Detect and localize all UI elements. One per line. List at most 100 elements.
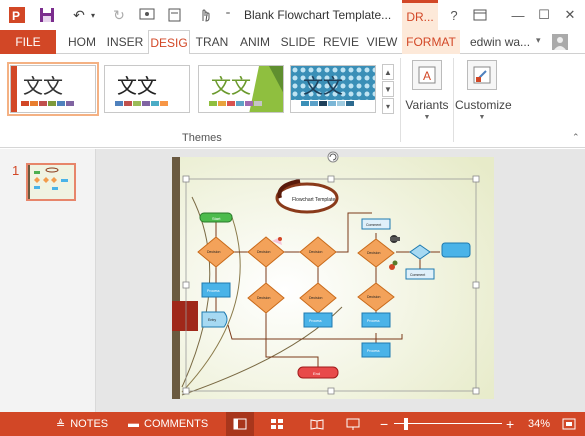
slide-sorter-icon bbox=[271, 419, 283, 429]
customize-button[interactable]: Customize ▼ bbox=[455, 60, 512, 126]
tab-home[interactable]: HOM bbox=[62, 30, 102, 54]
notes-label: NOTES bbox=[70, 418, 109, 430]
comment-label: Comment bbox=[366, 223, 381, 227]
decision-label: Decision bbox=[309, 296, 322, 300]
customize-dropdown-icon: ▼ bbox=[478, 114, 486, 121]
zoom-slider-thumb[interactable] bbox=[404, 418, 408, 430]
comment-label: Comment bbox=[410, 273, 425, 277]
theme-sample-text: 文文 bbox=[117, 74, 157, 98]
themes-scroll-up[interactable]: ▲ bbox=[382, 64, 394, 80]
powerpoint-logo-icon: P bbox=[6, 4, 28, 26]
end-label: End bbox=[313, 371, 320, 376]
notes-button[interactable]: ≜ NOTES bbox=[56, 412, 108, 436]
slideshow-from-start-icon[interactable] bbox=[136, 4, 158, 26]
tab-view[interactable]: VIEW bbox=[364, 30, 400, 54]
decision-label: Decision bbox=[257, 296, 270, 300]
tab-review[interactable]: REVIE bbox=[320, 30, 362, 54]
slideshow-button[interactable] bbox=[346, 412, 360, 436]
rotate-handle-icon[interactable] bbox=[326, 150, 340, 164]
start-label: Start bbox=[212, 216, 221, 221]
tab-file[interactable]: FILE bbox=[0, 30, 56, 54]
tab-slideshow[interactable]: SLIDE bbox=[278, 30, 318, 54]
customize-label: Customize bbox=[455, 98, 512, 112]
decision-label: Decision bbox=[207, 250, 220, 254]
ribbon-design: 文文 文文 文文 文文 ▲ ▼ ▾ Themes A Variants ▼ Cu… bbox=[0, 54, 585, 148]
entry-label: Entry bbox=[208, 318, 216, 322]
customize-quick-access-icon[interactable]: ⁼ bbox=[222, 4, 234, 26]
tab-format[interactable]: FORMAT bbox=[402, 30, 460, 54]
slide-canvas[interactable]: Flowchart Template Start Decision Decisi… bbox=[172, 157, 494, 399]
slide-number: 1 bbox=[12, 163, 20, 178]
variants-dropdown-icon: ▼ bbox=[423, 114, 431, 121]
variants-button[interactable]: A Variants ▼ bbox=[400, 60, 454, 126]
tab-animations[interactable]: ANIM bbox=[234, 30, 276, 54]
fit-slide-button[interactable] bbox=[562, 412, 576, 436]
save-icon[interactable] bbox=[36, 4, 58, 26]
tab-design[interactable]: DESIG bbox=[148, 30, 190, 55]
slide-thumbnail[interactable] bbox=[26, 163, 76, 201]
workspace: 1 Flowchart Template Start Decision Deci… bbox=[0, 149, 585, 412]
reading-view-icon bbox=[310, 419, 324, 430]
theme-3[interactable]: 文文 bbox=[198, 65, 284, 113]
close-button[interactable]: ✕ bbox=[560, 5, 580, 25]
theme-sample-text: 文文 bbox=[211, 74, 251, 98]
theme-color-swatches bbox=[21, 101, 74, 106]
process-label: Process bbox=[367, 319, 380, 323]
user-dropdown-icon[interactable]: ▾ bbox=[536, 35, 541, 46]
touch-mode-icon[interactable] bbox=[194, 4, 216, 26]
ribbon-separator bbox=[453, 58, 454, 142]
decision-label: Decision bbox=[367, 251, 380, 255]
theme-color-swatches bbox=[115, 101, 168, 106]
theme-1[interactable]: 文文 bbox=[7, 62, 99, 116]
minimize-button[interactable]: — bbox=[508, 5, 528, 25]
theme-accent-bar bbox=[11, 66, 17, 112]
themes-group-label: Themes bbox=[182, 132, 222, 144]
slideshow-icon bbox=[346, 418, 360, 430]
ribbon-display-options-icon[interactable] bbox=[470, 5, 490, 25]
decision-label: Decision bbox=[257, 250, 270, 254]
help-button[interactable]: ? bbox=[444, 5, 464, 25]
redo-icon[interactable]: ↻ bbox=[108, 4, 130, 26]
zoom-in-button[interactable]: + bbox=[506, 412, 514, 436]
drawing-tools-contextual-tab[interactable]: DR... bbox=[402, 0, 438, 30]
undo-icon[interactable]: ↶ bbox=[68, 4, 90, 26]
new-slide-icon[interactable] bbox=[164, 4, 186, 26]
theme-sample-text: 文文 bbox=[23, 74, 63, 98]
comments-label: COMMENTS bbox=[144, 418, 209, 430]
flowchart-title: Flowchart Template bbox=[292, 197, 335, 203]
variants-label: Variants bbox=[405, 98, 449, 112]
restore-button[interactable]: ☐ bbox=[534, 5, 554, 25]
user-account[interactable]: edwin wa... bbox=[470, 35, 530, 49]
svg-text:A: A bbox=[423, 69, 431, 83]
theme-4[interactable]: 文文 bbox=[290, 65, 376, 113]
avatar[interactable] bbox=[552, 34, 568, 50]
theme-color-swatches bbox=[301, 101, 354, 106]
flowchart-drawing: Flowchart Template Start Decision Decisi… bbox=[172, 157, 494, 399]
zoom-slider[interactable] bbox=[394, 423, 502, 424]
undo-dropdown-icon[interactable]: ▾ bbox=[88, 4, 98, 26]
slide-thumbnails-pane: 1 bbox=[0, 149, 96, 412]
customize-icon bbox=[467, 60, 497, 90]
process-label: Process bbox=[207, 289, 220, 293]
slide-sorter-button[interactable] bbox=[270, 412, 284, 436]
tab-transitions[interactable]: TRAN bbox=[192, 30, 232, 54]
theme-color-swatches bbox=[209, 101, 262, 106]
tab-insert[interactable]: INSER bbox=[104, 30, 146, 54]
themes-more[interactable]: ▾ bbox=[382, 98, 394, 114]
normal-view-icon bbox=[233, 418, 247, 430]
status-bar: ≜ NOTES ▬ COMMENTS − + 34% bbox=[0, 412, 585, 436]
comments-icon: ▬ bbox=[128, 418, 139, 430]
themes-scroll-down[interactable]: ▼ bbox=[382, 81, 394, 97]
zoom-level[interactable]: 34% bbox=[520, 412, 550, 436]
collapse-ribbon-icon[interactable]: ⌃ bbox=[572, 132, 580, 143]
normal-view-button[interactable] bbox=[226, 412, 254, 436]
reading-view-button[interactable] bbox=[310, 412, 324, 436]
ribbon-tabs: FILE HOM INSER DESIG TRAN ANIM SLIDE REV… bbox=[0, 30, 585, 55]
comments-button[interactable]: ▬ COMMENTS bbox=[128, 412, 208, 436]
process-label: Process bbox=[367, 349, 380, 353]
zoom-out-button[interactable]: − bbox=[380, 412, 388, 436]
variants-icon: A bbox=[412, 60, 442, 90]
notes-icon: ≜ bbox=[56, 418, 66, 431]
theme-2[interactable]: 文文 bbox=[104, 65, 190, 113]
document-title: Blank Flowchart Template... bbox=[244, 8, 392, 22]
